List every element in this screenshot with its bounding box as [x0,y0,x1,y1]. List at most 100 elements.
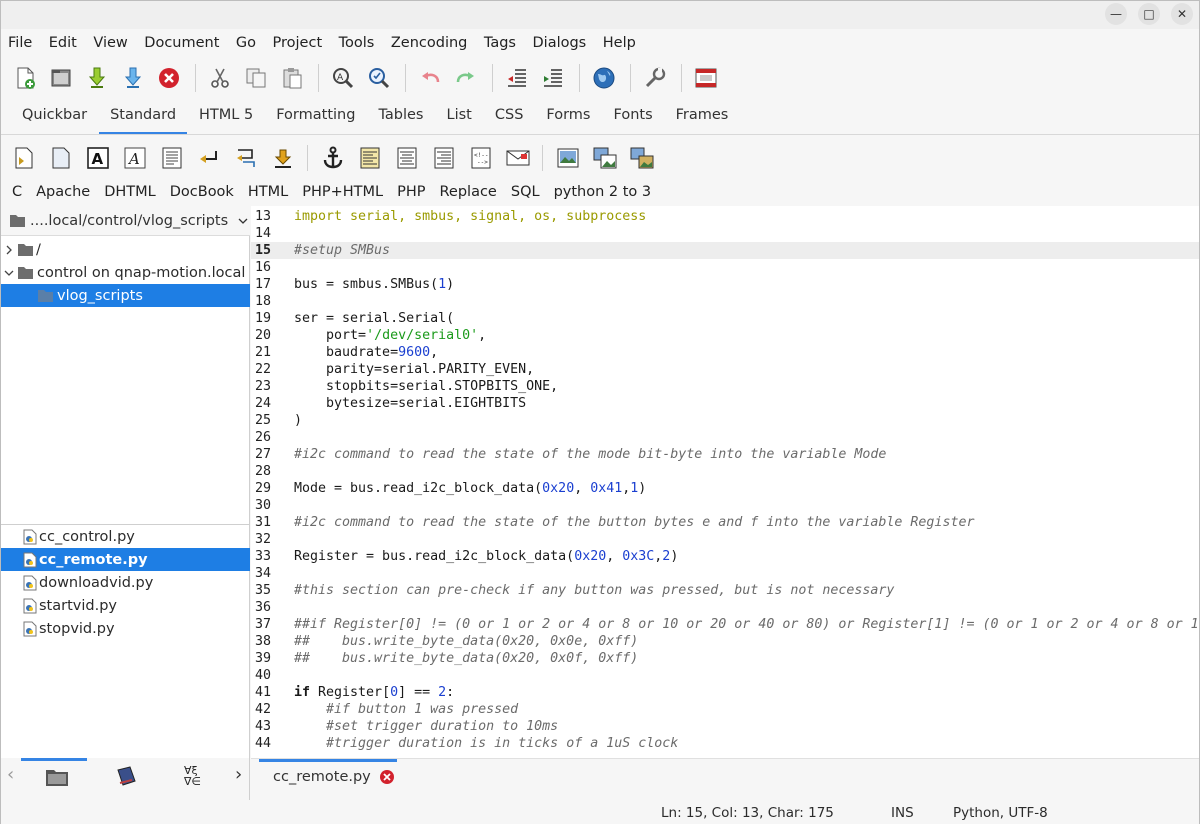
body-button[interactable] [48,145,74,171]
tab-forms[interactable]: Forms [535,107,601,134]
code-line[interactable]: 23 stopbits=serial.STOPBITS_ONE, [251,378,1199,395]
code-line[interactable]: 26 [251,429,1199,446]
code-line[interactable]: 34 [251,565,1199,582]
code-line[interactable]: 36 [251,599,1199,616]
comment-button[interactable]: <!-- --> [468,145,494,171]
menu-file[interactable]: File [8,35,32,51]
preview-browser-button[interactable] [590,64,618,92]
snippet-php-html[interactable]: PHP+HTML [302,184,383,200]
break-button[interactable] [196,145,222,171]
scroll-left-icon[interactable]: ‹ [7,764,14,785]
menu-help[interactable]: Help [603,35,636,51]
doc-tab-cc-remote[interactable]: cc_remote.py [273,769,395,785]
indent-button[interactable] [539,64,567,92]
filebrowser-tab[interactable] [45,767,69,791]
code-line[interactable]: 38 ## bus.write_byte_data(0x20, 0x0e, 0xf… [251,633,1199,650]
close-window-button[interactable]: ✕ [1171,3,1193,25]
multi-thumbnail-button[interactable] [629,145,655,171]
snippet-replace[interactable]: Replace [440,184,497,200]
file-item-cc-remote[interactable]: cc_remote.py [1,548,250,571]
break-clear-button[interactable] [233,145,259,171]
redo-button[interactable] [452,64,480,92]
menu-tags[interactable]: Tags [484,35,516,51]
code-line[interactable]: 13 import serial, smbus, signal, os, subp… [251,208,1199,225]
find-button[interactable]: A [329,64,357,92]
menu-tools[interactable]: Tools [339,35,375,51]
bold-button[interactable]: A [85,145,111,171]
code-line[interactable]: 17 bus = smbus.SMBus(1) [251,276,1199,293]
copy-button[interactable] [242,64,270,92]
snippet-python-2-to-3[interactable]: python 2 to 3 [554,184,652,200]
italic-button[interactable]: A [122,145,148,171]
tree-item-control[interactable]: control on qnap-motion.local [1,261,250,284]
snippet-apache[interactable]: Apache [36,184,90,200]
code-line[interactable]: 37 ##if Register[0] != (0 or 1 or 2 or 4 … [251,616,1199,633]
close-file-button[interactable] [155,64,183,92]
snippet-sql[interactable]: SQL [511,184,540,200]
tab-frames[interactable]: Frames [665,107,740,134]
unindent-button[interactable] [503,64,531,92]
snippet-docbook[interactable]: DocBook [170,184,234,200]
code-line[interactable]: 30 [251,497,1199,514]
menu-zencoding[interactable]: Zencoding [391,35,468,51]
code-line[interactable]: 16 [251,259,1199,276]
code-line[interactable]: 40 [251,667,1199,684]
code-line[interactable]: 29 Mode = bus.read_i2c_block_data(0x20, 0… [251,480,1199,497]
insert-image-button[interactable] [555,145,581,171]
tab-standard[interactable]: Standard [99,107,188,134]
code-line[interactable]: 15 #setup SMBus [251,242,1199,259]
undo-button[interactable] [416,64,444,92]
code-line[interactable]: 39 ## bus.write_byte_data(0x20, 0x0f, 0xf… [251,650,1199,667]
code-line[interactable]: 44 #trigger duration is in ticks of a 1u… [251,735,1199,752]
nbsp-button[interactable] [270,145,296,171]
paragraph-button[interactable] [159,145,185,171]
align-center-button[interactable] [394,145,420,171]
scroll-right-icon[interactable]: › [235,764,242,785]
minimize-button[interactable]: — [1105,3,1127,25]
tab-tables[interactable]: Tables [367,107,434,134]
quickstart-button[interactable] [11,145,37,171]
code-line[interactable]: 27 #i2c command to read the state of the … [251,446,1199,463]
new-file-button[interactable] [11,64,39,92]
tab-formatting[interactable]: Formatting [265,107,366,134]
align-left-button[interactable] [357,145,383,171]
anchor-button[interactable] [320,145,346,171]
tab-html5[interactable]: HTML 5 [188,107,264,134]
code-line[interactable]: 32 [251,531,1199,548]
tree-item-root[interactable]: / [1,238,250,261]
file-item-cc-control[interactable]: cc_control.py [1,525,250,548]
code-line[interactable]: 24 bytesize=serial.EIGHTBITS [251,395,1199,412]
bookmarks-tab[interactable] [114,766,138,792]
tab-css[interactable]: CSS [484,107,535,134]
insert-mode[interactable]: INS [891,805,914,821]
fullscreen-button[interactable] [692,64,720,92]
code-line[interactable]: 21 baudrate=9600, [251,344,1199,361]
file-item-startvid[interactable]: startvid.py [1,594,250,617]
code-line[interactable]: 31 #i2c command to read the state of the … [251,514,1199,531]
code-line[interactable]: 28 [251,463,1199,480]
tab-fonts[interactable]: Fonts [603,107,664,134]
paste-button[interactable] [278,64,306,92]
save-button[interactable] [83,64,111,92]
preferences-button[interactable] [641,64,669,92]
code-editor[interactable]: 13 import serial, smbus, signal, os, subp… [251,206,1199,758]
code-line[interactable]: 42 #if button 1 was pressed [251,701,1199,718]
snippet-c[interactable]: C [12,184,22,200]
snippet-html[interactable]: HTML [248,184,288,200]
code-line[interactable]: 14 [251,225,1199,242]
code-line[interactable]: 33 Register = bus.read_i2c_block_data(0x2… [251,548,1199,565]
file-item-stopvid[interactable]: stopvid.py [1,617,250,640]
align-right-button[interactable] [431,145,457,171]
maximize-button[interactable]: □ [1138,3,1160,25]
code-line[interactable]: 43 #set trigger duration to 10ms [251,718,1199,735]
file-item-downloadvid[interactable]: downloadvid.py [1,571,250,594]
save-as-button[interactable] [119,64,147,92]
menu-dialogs[interactable]: Dialogs [533,35,587,51]
tab-quickbar[interactable]: Quickbar [11,107,98,134]
code-line[interactable]: 25) [251,412,1199,429]
language-encoding[interactable]: Python, UTF-8 [953,805,1048,821]
path-combobox[interactable]: ....local/control/vlog_scripts [1,206,250,236]
menu-project[interactable]: Project [273,35,323,51]
insert-thumbnail-button[interactable] [592,145,618,171]
menu-go[interactable]: Go [236,35,256,51]
